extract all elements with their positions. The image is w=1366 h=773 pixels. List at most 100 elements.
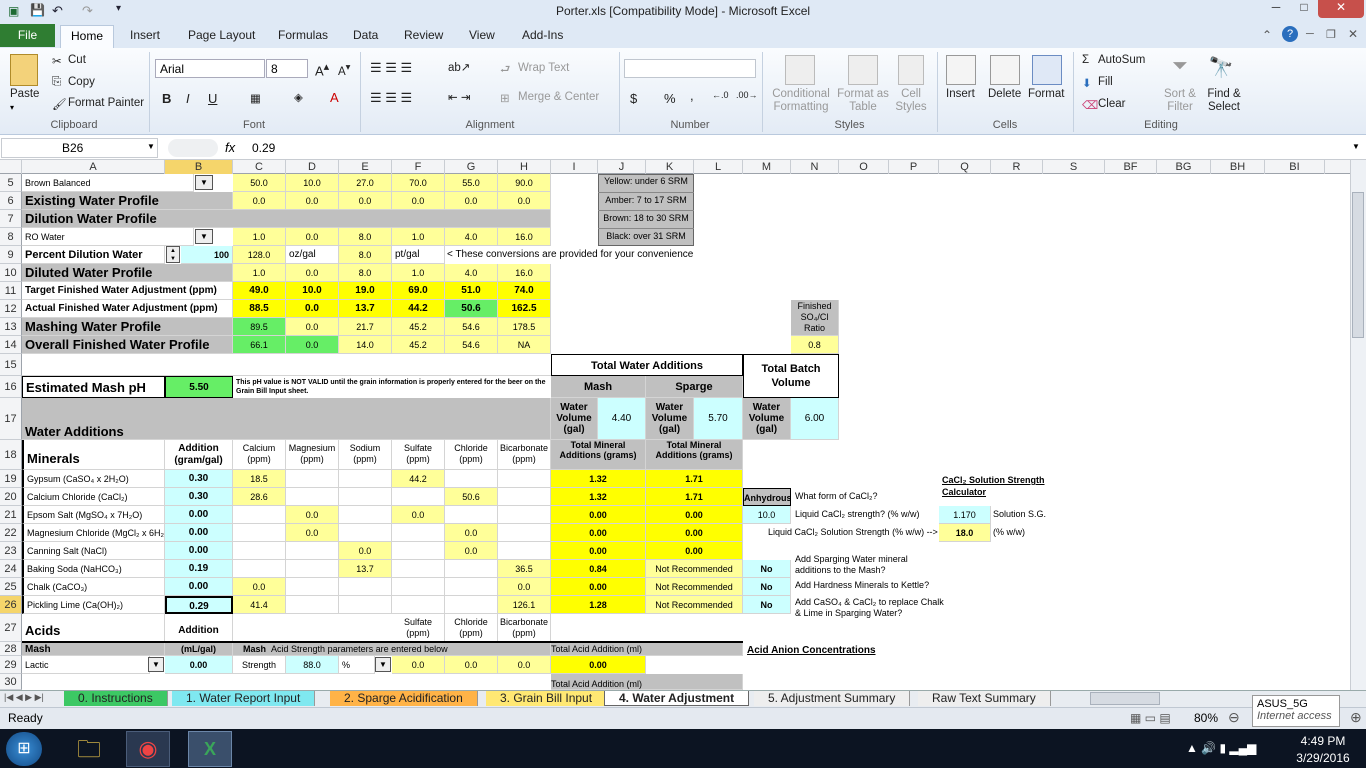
col-header[interactable]: S	[1043, 160, 1105, 174]
mineral-ion-value[interactable]: 126.1	[498, 596, 551, 614]
row-header[interactable]: 19	[0, 470, 22, 488]
cell[interactable]: 54.6	[445, 318, 498, 336]
row-header[interactable]: 25	[0, 578, 22, 596]
tab-file[interactable]: File	[0, 24, 55, 47]
name-box-dropdown-icon[interactable]: ▼	[147, 142, 155, 151]
mineral-ion-value[interactable]: 0.0	[392, 506, 445, 524]
zoom-in-icon[interactable]: ⊕	[1350, 709, 1362, 726]
indent-icon[interactable]: ⇤ ⇥	[448, 90, 470, 104]
cell[interactable]: 0.0	[445, 192, 498, 210]
row-header[interactable]: 22	[0, 524, 22, 542]
col-header[interactable]: B	[165, 160, 233, 174]
sheet-tab[interactable]: 0. Instructions	[64, 691, 168, 706]
wrap-text-button[interactable]: Wrap Text	[518, 62, 569, 74]
cell-q-hardness-kettle[interactable]: No	[743, 578, 791, 596]
mineral-ion-value[interactable]: 13.7	[339, 560, 392, 578]
close-button[interactable]: ✕	[1318, 0, 1364, 18]
mineral-ion-value[interactable]	[339, 524, 392, 542]
font-name-select[interactable]: Arial	[155, 59, 265, 78]
sheet-tab[interactable]: 4. Water Adjustment	[604, 691, 750, 706]
tab-insert[interactable]: Insert	[130, 28, 160, 46]
mineral-ion-value[interactable]: 44.2	[392, 470, 445, 488]
row-header[interactable]: 27	[0, 614, 22, 642]
mineral-ion-value[interactable]	[286, 542, 339, 560]
mineral-addition[interactable]: 0.30	[165, 488, 233, 506]
formula-input[interactable]: 0.29	[252, 141, 275, 155]
mineral-ion-value[interactable]	[233, 542, 286, 560]
cell[interactable]: 21.7	[339, 318, 392, 336]
maximize-button[interactable]: □	[1290, 0, 1318, 18]
cell[interactable]: 14.0	[339, 336, 392, 354]
mineral-ion-value[interactable]	[339, 596, 392, 614]
mineral-total-mash[interactable]: 0.00	[551, 524, 646, 542]
align-top-icon[interactable]: ☰ ☰ ☰	[370, 60, 412, 76]
cell[interactable]: NA	[498, 336, 551, 354]
mineral-total-sparge[interactable]: 0.00	[646, 506, 743, 524]
font-color-icon[interactable]: A	[330, 90, 339, 105]
mineral-addition[interactable]: 0.00	[165, 506, 233, 524]
merge-center-button[interactable]: Merge & Center	[518, 91, 599, 103]
cell[interactable]: 0.0	[498, 192, 551, 210]
tab-home[interactable]: Home	[60, 25, 114, 48]
cell[interactable]: 0.0	[286, 300, 339, 318]
grow-font-icon[interactable]: A▴	[315, 60, 329, 78]
minimize-button[interactable]: ─	[1262, 0, 1290, 18]
cell[interactable]: 16.0	[498, 264, 551, 282]
col-header[interactable]: P	[889, 160, 939, 174]
cell[interactable]: 54.6	[445, 336, 498, 354]
cell-liquid-solution[interactable]: 18.0	[939, 524, 991, 542]
mineral-ion-value[interactable]	[392, 596, 445, 614]
row-header[interactable]: 18	[0, 440, 22, 470]
mineral-ion-value[interactable]	[339, 506, 392, 524]
mineral-ion-value[interactable]: 0.0	[445, 524, 498, 542]
excel-taskbar-icon[interactable]: X	[188, 731, 232, 767]
cell[interactable]: 4.0	[445, 264, 498, 282]
cell[interactable]: 50.6	[445, 300, 498, 318]
col-header[interactable]: L	[694, 160, 743, 174]
workbook-minimize-icon[interactable]: ─	[1306, 28, 1314, 40]
cell[interactable]: 0.0	[339, 192, 392, 210]
cell[interactable]: 90.0	[498, 174, 551, 192]
mineral-addition[interactable]: 0.19	[165, 560, 233, 578]
format-cells-button[interactable]: Format	[1028, 88, 1064, 100]
mineral-ion-value[interactable]	[445, 560, 498, 578]
mineral-total-sparge[interactable]: 0.00	[646, 524, 743, 542]
borders-icon[interactable]: ▦	[250, 91, 261, 105]
mineral-ion-value[interactable]	[498, 506, 551, 524]
sheet-tab[interactable]: 3. Grain Bill Input	[486, 691, 608, 706]
cell[interactable]: 16.0	[498, 228, 551, 246]
bold-button[interactable]: B	[162, 91, 171, 106]
vertical-scroll-thumb[interactable]	[1352, 192, 1364, 338]
col-header[interactable]: BG	[1157, 160, 1211, 174]
horizontal-scrollbar[interactable]	[1090, 692, 1160, 705]
mineral-ion-value[interactable]: 28.6	[233, 488, 286, 506]
cell[interactable]: 0.0	[286, 336, 339, 354]
cell[interactable]: 128.0	[233, 246, 286, 264]
mineral-ion-value[interactable]	[498, 488, 551, 506]
sheet-tab[interactable]: Raw Text Summary	[918, 691, 1051, 706]
cell[interactable]: 88.5	[233, 300, 286, 318]
mineral-ion-value[interactable]	[445, 578, 498, 596]
col-header[interactable]: BF	[1105, 160, 1157, 174]
mineral-ion-value[interactable]	[392, 560, 445, 578]
mineral-total-sparge[interactable]: 1.71	[646, 488, 743, 506]
row-header[interactable]: 9	[0, 246, 22, 264]
cell[interactable]: 162.5	[498, 300, 551, 318]
cell-acid-type[interactable]: Lactic	[22, 656, 150, 674]
cell[interactable]: 0.0	[392, 656, 445, 674]
cell-q-sparge-to-mash[interactable]: No	[743, 560, 791, 578]
cell-acid-strength[interactable]: 88.0	[286, 656, 339, 674]
cell[interactable]: 8.0	[339, 228, 392, 246]
row-header[interactable]: 26	[0, 596, 22, 614]
chrome-icon[interactable]: ◉	[126, 731, 170, 767]
cell-so4-cl-ratio[interactable]: 0.8	[791, 336, 839, 354]
cell-acid-amount[interactable]: 0.00	[165, 656, 233, 674]
cell[interactable]: 45.2	[392, 318, 445, 336]
tab-view[interactable]: View	[469, 28, 495, 46]
cut-button[interactable]: Cut	[68, 54, 86, 66]
spinner-icon[interactable]: ▲ ▼	[166, 246, 180, 263]
cell-liquid-strength[interactable]: 10.0	[743, 506, 791, 524]
mineral-total-sparge[interactable]: Not Recommended	[646, 560, 743, 578]
row-header[interactable]: 30	[0, 674, 22, 690]
mineral-total-mash[interactable]: 1.32	[551, 470, 646, 488]
